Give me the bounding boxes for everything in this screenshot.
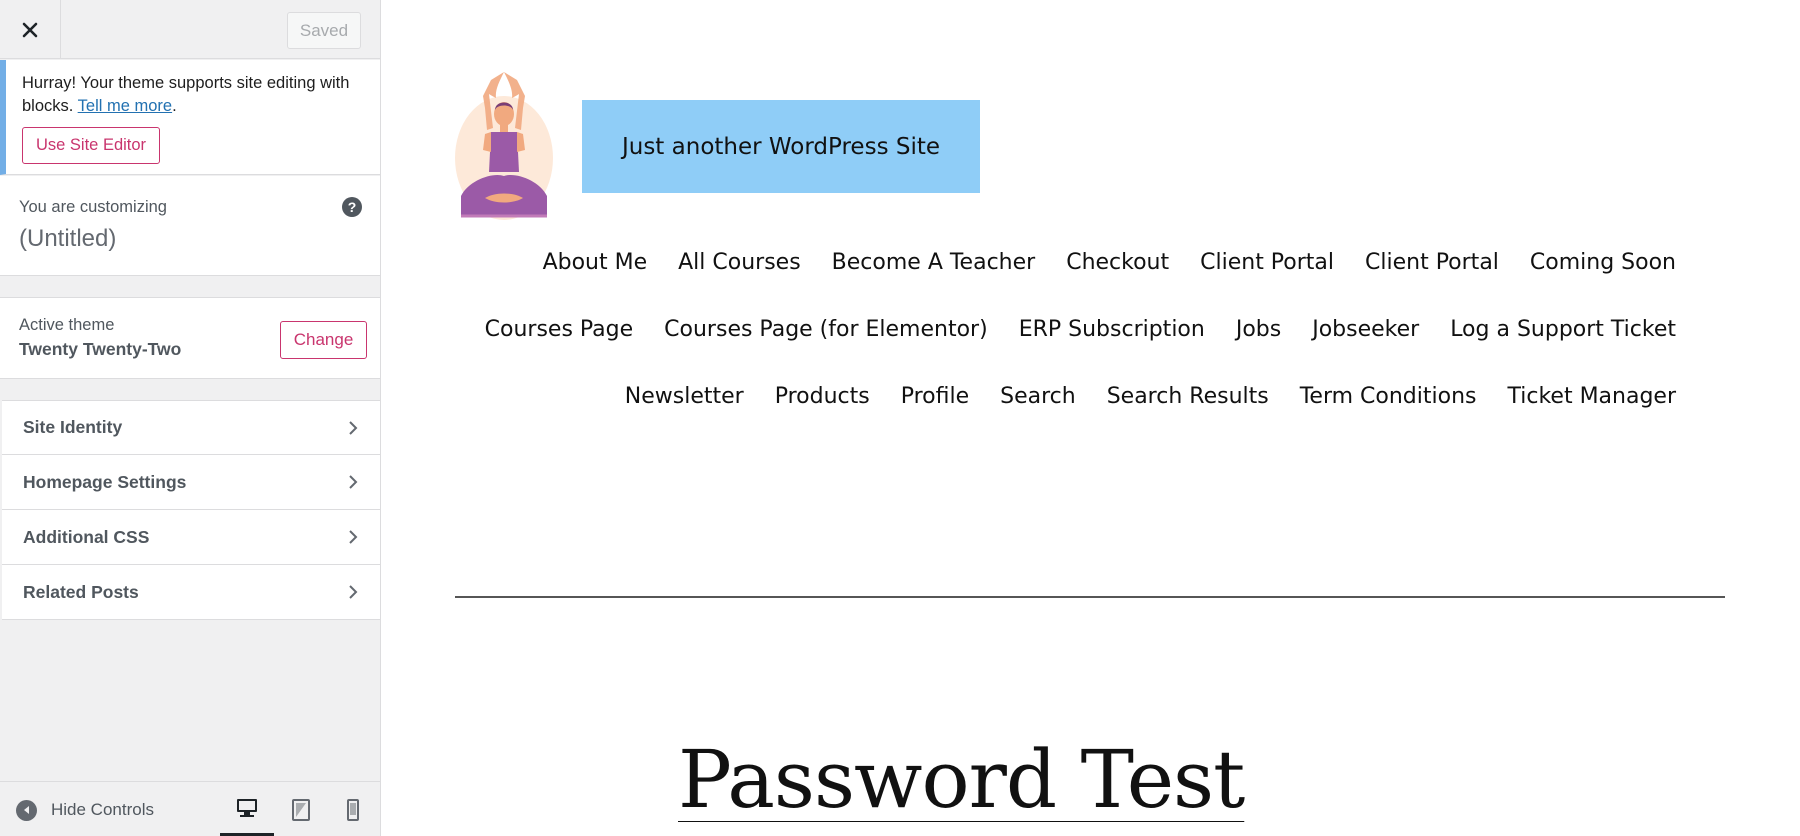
customizing-label: You are customizing: [19, 198, 167, 216]
nav-row: Newsletter Products Profile Search Search Re…: [531, 384, 1676, 451]
preview-desktop-button[interactable]: [220, 782, 274, 836]
nav-item[interactable]: All Courses: [678, 250, 801, 275]
customizer-sidebar: Saved Hurray! Your theme supports site e…: [0, 0, 381, 836]
active-theme-panel: Active theme Twenty Twenty-Two Change: [0, 297, 380, 379]
customizer-footer: Hide Controls: [0, 781, 380, 836]
nav-item[interactable]: Search: [1000, 384, 1076, 409]
tablet-icon: [292, 798, 310, 821]
saved-button[interactable]: Saved: [287, 12, 361, 49]
customizer-sections: Site Identity Homepage Settings Addition…: [2, 400, 380, 620]
nav-item[interactable]: Newsletter: [625, 384, 744, 409]
collapse-arrow-icon: [16, 799, 37, 821]
nav-item[interactable]: Log a Support Ticket: [1450, 317, 1676, 342]
hide-controls-label: Hide Controls: [51, 800, 154, 819]
site-logo[interactable]: [455, 68, 553, 220]
nav-item[interactable]: Client Portal: [1200, 250, 1334, 275]
primary-navigation: About Me All Courses Become A Teacher Check…: [485, 250, 1676, 451]
nav-item[interactable]: Ticket Manager: [1507, 384, 1676, 409]
mobile-icon: [347, 798, 359, 821]
nav-item[interactable]: Jobs: [1236, 317, 1281, 342]
customizing-title: (Untitled): [19, 225, 117, 252]
separator: [455, 596, 1725, 598]
section-label: Homepage Settings: [23, 471, 187, 492]
nav-item[interactable]: Products: [775, 384, 870, 409]
section-label: Related Posts: [23, 581, 139, 602]
customizer-header: Saved: [0, 0, 380, 59]
section-label: Additional CSS: [23, 526, 150, 547]
nav-item[interactable]: Coming Soon: [1530, 250, 1676, 275]
section-related-posts[interactable]: Related Posts: [2, 565, 380, 620]
section-site-identity[interactable]: Site Identity: [2, 400, 380, 455]
site-preview: Just another WordPress Site About Me All …: [381, 0, 1800, 836]
chevron-right-icon: [349, 421, 358, 435]
help-icon[interactable]: ?: [342, 197, 362, 217]
nav-row: About Me All Courses Become A Teacher Check…: [531, 250, 1676, 317]
section-additional-css[interactable]: Additional CSS: [2, 510, 380, 565]
hide-controls-button[interactable]: Hide Controls: [16, 798, 154, 822]
nav-item[interactable]: Jobseeker: [1312, 317, 1419, 342]
desktop-icon: [237, 798, 257, 817]
customizing-info: You are customizing (Untitled) ?: [0, 176, 380, 276]
nav-row: Courses Page Courses Page (for Elementor)…: [485, 317, 1676, 384]
chevron-right-icon: [349, 585, 358, 599]
site-editor-notice: Hurray! Your theme supports site editing…: [0, 60, 380, 175]
chevron-right-icon: [349, 530, 358, 544]
preview-mobile-button[interactable]: [326, 782, 380, 836]
use-site-editor-button[interactable]: Use Site Editor: [22, 127, 161, 164]
chevron-right-icon: [349, 475, 358, 489]
nav-item[interactable]: Term Conditions: [1300, 384, 1477, 409]
close-button[interactable]: [0, 0, 61, 59]
nav-item[interactable]: ERP Subscription: [1019, 317, 1205, 342]
notice-message: Hurray! Your theme supports site editing…: [22, 74, 350, 115]
preview-tablet-button[interactable]: [274, 782, 328, 836]
site-tagline: Just another WordPress Site: [582, 100, 980, 193]
section-label: Site Identity: [23, 417, 123, 437]
nav-item[interactable]: Checkout: [1066, 250, 1169, 275]
nav-item[interactable]: About Me: [543, 250, 648, 275]
nav-item[interactable]: Courses Page: [485, 317, 634, 342]
nav-item[interactable]: Become A Teacher: [832, 250, 1036, 275]
nav-item[interactable]: Courses Page (for Elementor): [664, 317, 988, 342]
nav-item[interactable]: Search Results: [1107, 384, 1269, 409]
nav-item[interactable]: Profile: [901, 384, 969, 409]
close-icon: [22, 22, 38, 37]
notice-period: .: [172, 97, 177, 115]
notice-text: Hurray! Your theme supports site editing…: [22, 72, 362, 118]
section-homepage-settings[interactable]: Homepage Settings: [2, 455, 380, 510]
post-title-link[interactable]: Password Test: [678, 740, 1245, 820]
nav-item[interactable]: Client Portal: [1365, 250, 1499, 275]
change-theme-button[interactable]: Change: [280, 321, 367, 359]
tell-me-more-link[interactable]: Tell me more: [78, 97, 172, 115]
